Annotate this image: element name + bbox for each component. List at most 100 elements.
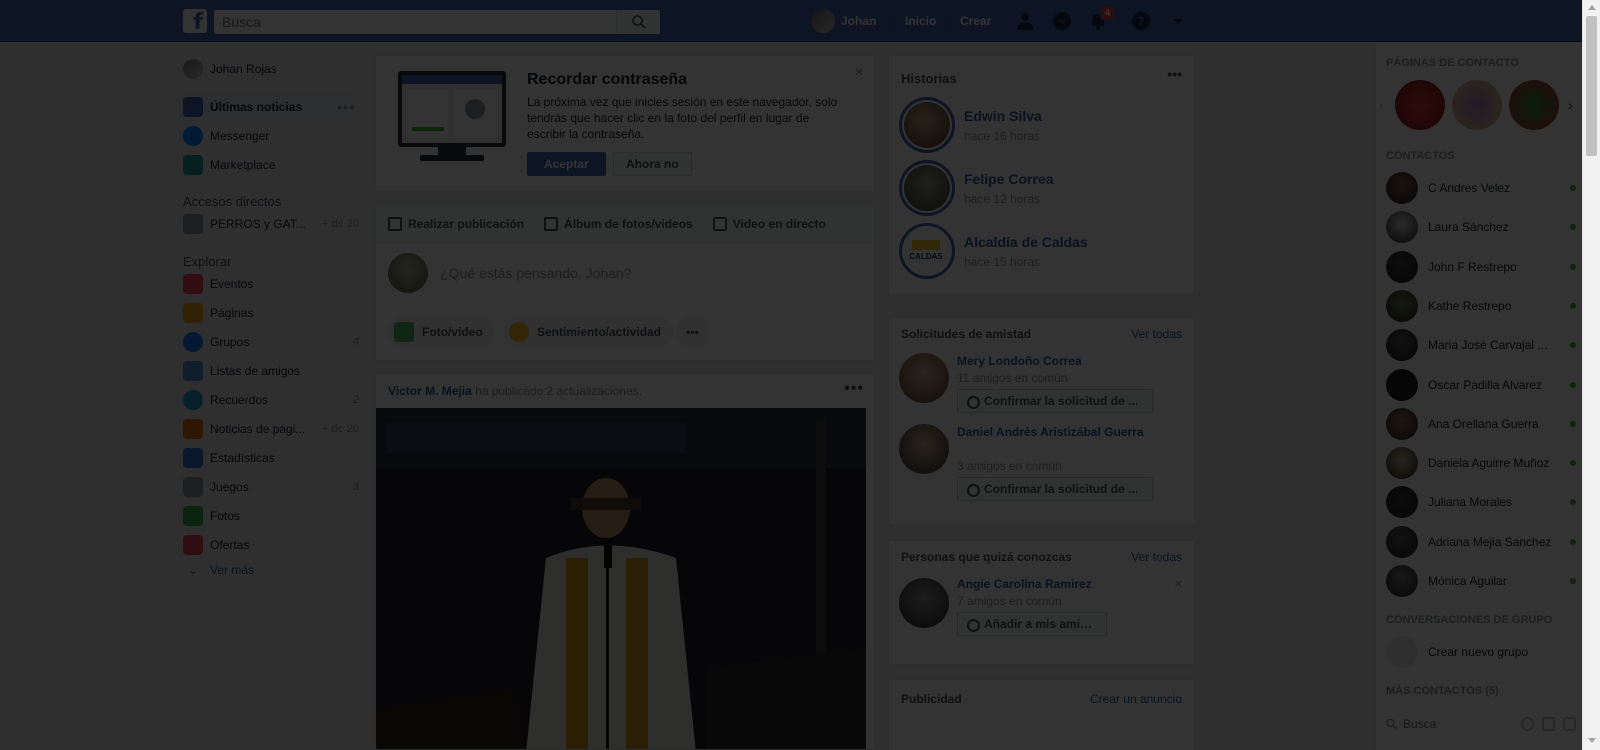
sidebar-see-more[interactable]: ⌄ Ver más xyxy=(183,556,359,584)
more-options-icon[interactable]: ••• xyxy=(337,99,355,115)
contact-row[interactable]: Oscar Padilla Alvarez xyxy=(1386,368,1576,401)
post-header: Victor M. Mejia ha publicado 2 actualiza… xyxy=(388,384,642,398)
dismiss-icon[interactable]: × xyxy=(1174,576,1182,591)
contact-row[interactable]: Maria José Carvajal ... xyxy=(1386,329,1576,362)
messenger-icon[interactable] xyxy=(1052,11,1072,31)
confirm-request-button[interactable]: Confirmar la solicitud de ... xyxy=(957,477,1153,501)
contact-row[interactable]: Ana Orellana Guerra xyxy=(1386,407,1576,440)
avatar xyxy=(1386,329,1418,362)
avatar[interactable] xyxy=(899,424,949,474)
sidebar-item-pages[interactable]: Páginas xyxy=(183,299,359,327)
tab-photo-album[interactable]: Álbum de fotos/videos xyxy=(544,216,693,231)
sidebar-item-groups[interactable]: Grupos 4 xyxy=(183,328,359,356)
post-options-icon[interactable]: ••• xyxy=(844,380,864,398)
chevron-down-icon[interactable] xyxy=(1168,11,1188,31)
photo-video-button[interactable]: Foto/video xyxy=(388,316,495,348)
sidebar-item-offers[interactable]: Ofertas xyxy=(183,531,359,559)
see-all-link[interactable]: Ver todas xyxy=(1131,327,1182,341)
add-friend-button[interactable]: Añadir a mis amigos xyxy=(957,612,1107,636)
scrollbar-thumb[interactable] xyxy=(1586,16,1597,156)
sidebar-item-shortcut[interactable]: PERROS y GAT... + de 20 xyxy=(183,210,359,238)
sidebar-item-games[interactable]: Juegos 3 xyxy=(183,473,359,501)
people-you-may-know-card: Personas que quizá conozcas Ver todas An… xyxy=(888,540,1195,665)
story-name[interactable]: Felipe Correa xyxy=(964,171,1053,187)
not-now-button[interactable]: Ahora no xyxy=(613,152,692,176)
contact-row[interactable]: John F Restrepo xyxy=(1386,250,1576,283)
close-icon[interactable]: × xyxy=(855,64,864,82)
sidebar-item-memories[interactable]: Recuerdos 2 xyxy=(183,386,359,414)
search-button[interactable] xyxy=(616,10,660,34)
help-icon[interactable]: ? xyxy=(1131,11,1151,31)
create-ad-link[interactable]: Crear un anuncio xyxy=(1090,692,1182,706)
online-status-icon xyxy=(1570,302,1576,309)
sidebar-item-insights[interactable]: Estadísticas xyxy=(183,444,359,472)
story-avatar[interactable]: CALDAS xyxy=(899,223,955,279)
nav-create-link[interactable]: Crear xyxy=(960,14,991,28)
story-avatar[interactable] xyxy=(899,160,955,216)
news-feed-icon xyxy=(183,97,203,117)
nav-profile-link[interactable]: Johan xyxy=(811,9,876,33)
story-avatar[interactable] xyxy=(899,97,955,153)
sidebar-item-pages-feed[interactable]: Noticias de pági... + de 20 xyxy=(183,415,359,443)
accept-button[interactable]: Aceptar xyxy=(527,152,606,176)
composer-tabs: Realizar publicación Álbum de fotos/vide… xyxy=(376,205,874,243)
story-name[interactable]: Edwin Silva xyxy=(964,108,1042,124)
new-message-icon[interactable] xyxy=(1541,717,1555,731)
chevron-left-icon[interactable]: ‹ xyxy=(1379,97,1384,113)
nav-home-link[interactable]: Inicio xyxy=(905,14,936,28)
contact-row[interactable]: Mónica Aguilar xyxy=(1386,565,1576,597)
mutual-friends[interactable]: 3 amigos en común xyxy=(957,459,1062,473)
stories-card: Historias ••• Edwin Silva hace 16 horas … xyxy=(888,55,1195,295)
contact-row[interactable]: C Andres Velez xyxy=(1386,172,1576,204)
contact-row[interactable]: Adriana Mejia Sanchez xyxy=(1386,525,1576,558)
page-scrollbar[interactable] xyxy=(1582,0,1600,750)
scroll-up-icon[interactable] xyxy=(1588,5,1596,10)
sidebar-item-label: Juegos xyxy=(210,480,249,494)
composer-input[interactable]: ¿Qué estás pensando, Johan? xyxy=(440,265,631,281)
mutual-friends[interactable]: 11 amigos en común xyxy=(957,371,1068,385)
suggestion-name[interactable]: Angie Carolina Ramirez xyxy=(957,576,1092,593)
search-input[interactable] xyxy=(214,10,614,34)
friend-requests-icon[interactable] xyxy=(1015,11,1035,31)
post-author[interactable]: Victor M. Mejia xyxy=(388,384,472,398)
confirm-request-button[interactable]: Confirmar la solicitud de ... xyxy=(957,389,1153,413)
mutual-friends[interactable]: 7 amigos en común xyxy=(957,594,1062,608)
feeling-activity-button[interactable]: Sentimiento/actividad xyxy=(503,316,674,348)
friend-request-name[interactable]: Daniel Andrés Aristizábal Guerra xyxy=(957,424,1167,441)
avatar[interactable] xyxy=(899,353,949,403)
contact-page-avatar[interactable] xyxy=(1452,80,1502,130)
group-chat-icon[interactable] xyxy=(1562,717,1576,731)
sidebar-item-messenger[interactable]: Messenger xyxy=(183,122,359,150)
sidebar-item-marketplace[interactable]: Marketplace xyxy=(183,151,359,179)
sidebar-item-photos[interactable]: Fotos xyxy=(183,502,359,530)
more-options-icon[interactable]: ••• xyxy=(1167,66,1182,82)
scroll-down-icon[interactable] xyxy=(1588,738,1596,743)
friend-request-name[interactable]: Mery Londoño Correa xyxy=(957,353,1082,370)
tab-create-post[interactable]: Realizar publicación xyxy=(388,216,524,231)
sidebar-item-events[interactable]: Eventos xyxy=(183,270,359,298)
avatar[interactable] xyxy=(899,578,949,628)
post-video[interactable] xyxy=(376,408,866,749)
facebook-logo-icon[interactable]: f xyxy=(183,9,207,33)
more-options-button[interactable]: ••• xyxy=(676,316,709,348)
contact-row[interactable]: Daniela Aguirre Muñoz xyxy=(1386,447,1576,480)
online-status-icon xyxy=(1570,499,1576,506)
caldas-logo-text: CALDAS xyxy=(909,252,943,261)
contact-page-avatar[interactable] xyxy=(1395,80,1445,130)
create-group-button[interactable]: Crear nuevo grupo xyxy=(1386,636,1576,668)
sidebar-item-label: Listas de amigos xyxy=(210,364,301,378)
more-contacts-title[interactable]: MÁS CONTACTOS (5) xyxy=(1386,685,1499,697)
contact-row[interactable]: Kathe Restrepo xyxy=(1386,289,1576,322)
story-name[interactable]: Alcaldía de Caldas xyxy=(964,234,1088,250)
chat-search-input[interactable] xyxy=(1402,717,1513,731)
tab-live-video[interactable]: Video en directo xyxy=(712,216,826,231)
sidebar-item-friend-lists[interactable]: Listas de amigos xyxy=(183,357,359,385)
settings-gear-icon[interactable] xyxy=(1520,717,1534,731)
chevron-right-icon[interactable]: › xyxy=(1568,97,1573,113)
sidebar-item-profile[interactable]: Johan Rojas xyxy=(183,55,359,83)
contact-row[interactable]: Juliana Morales xyxy=(1386,486,1576,519)
see-all-link[interactable]: Ver todas xyxy=(1131,550,1182,564)
sidebar-item-news-feed[interactable]: Últimas noticias ••• xyxy=(179,93,355,121)
contact-row[interactable]: Laura Sánchez xyxy=(1386,211,1576,244)
contact-page-avatar[interactable] xyxy=(1509,80,1559,130)
